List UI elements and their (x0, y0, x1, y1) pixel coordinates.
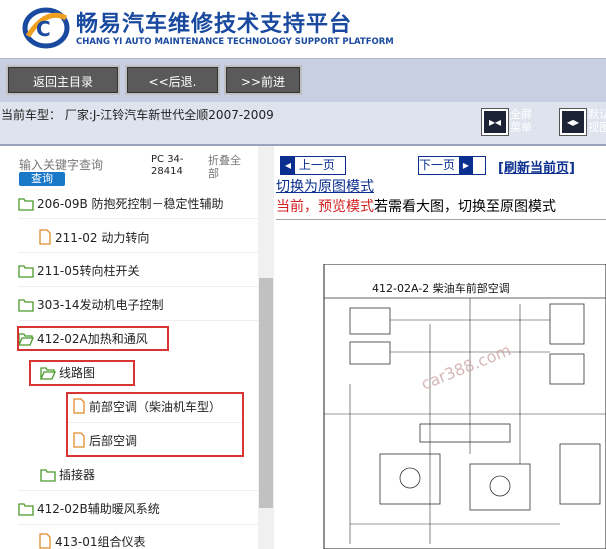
scrollbar-thumb[interactable] (259, 278, 273, 508)
highlight-box (29, 360, 135, 386)
search-input[interactable]: 输入关键字查询 (19, 156, 103, 173)
collapse-all-line1: 折叠全 (208, 154, 241, 167)
diagram-title: 412-02A-2 柴油车前部空调 (372, 282, 510, 295)
sidebar-tree-panel: 输入关键字查询 查询 PC 34- 28414 折叠全 部 206-09B 防抱… (0, 146, 276, 549)
tree-item-412-02b[interactable]: 412-02B辅助暖风系统 (18, 499, 160, 519)
fullscreen-icon: ▸◂ (488, 115, 502, 129)
next-page-label: 下一页 (419, 158, 456, 172)
default-view-icon: ◂▸ (566, 115, 580, 129)
preview-mode-hint: 若需看大图，切换至原图模式 (374, 199, 556, 215)
row-divider (18, 252, 258, 253)
document-icon (39, 229, 51, 245)
watermark: car388.com (418, 340, 513, 393)
content-panel: ◂ 上一页 下一页 ▸ [刷新当前页] 切换为原图模式 当前，预览模式若需看大图… (276, 146, 606, 549)
tree-item-303-14[interactable]: 303-14发动机电子控制 (18, 295, 164, 315)
row-divider (18, 218, 258, 219)
tree-item-211-05[interactable]: 211-05转向柱开关 (18, 261, 140, 281)
row-divider (18, 320, 258, 321)
folder-icon (18, 198, 34, 211)
pc-code-line1: PC 34- (151, 154, 184, 165)
tree-item-label: 412-02B辅助暖风系统 (37, 502, 160, 516)
folder-icon (40, 469, 56, 482)
row-divider (18, 490, 258, 491)
pc-code: PC 34- 28414 (151, 154, 184, 178)
next-page-button[interactable]: 下一页 ▸ (418, 156, 486, 175)
wiring-diagram-image[interactable]: car388.com (320, 264, 606, 549)
home-button[interactable]: 返回主目录 (6, 65, 120, 95)
back-button[interactable]: <<后退. (125, 65, 220, 95)
folder-icon (18, 503, 34, 516)
svg-text:C: C (36, 17, 51, 41)
highlight-box (66, 392, 244, 457)
refresh-page-link[interactable]: [刷新当前页] (498, 157, 575, 176)
divider (276, 219, 606, 220)
switch-to-original-link[interactable]: 切换为原图模式 (276, 176, 374, 196)
fullscreen-label-2: 菜单 (510, 121, 532, 134)
search-button[interactable]: 查询 (19, 172, 65, 186)
tree-item-label: 插接器 (59, 468, 96, 482)
tree-item-label: 303-14发动机电子控制 (37, 298, 164, 312)
highlight-box (17, 326, 169, 351)
collapse-all-line2: 部 (208, 167, 219, 180)
tree-item-label: 413-01组合仪表 (55, 535, 146, 549)
tree-item-label: 211-05转向柱开关 (37, 264, 140, 278)
arrow-left-icon: ◂ (281, 157, 295, 174)
collapse-all-button[interactable]: 折叠全 部 (208, 154, 241, 180)
status-bar: 当前车型： 厂家:J-江铃汽车新世代全顺2007-2009 ▸◂ 全屏 菜单 ◂… (0, 102, 606, 146)
preview-mode-label: 当前，预览模式 (276, 199, 374, 215)
tree-item-label: 206-09B 防抱死控制－稳定性辅助 (37, 197, 224, 211)
forward-button[interactable]: >>前进 (224, 65, 302, 95)
default-view-label-1: 默认 (588, 108, 606, 121)
app-title: 畅易汽车维修技术支持平台 (76, 12, 353, 37)
tree-item-connectors[interactable]: 插接器 (40, 465, 95, 485)
arrow-right-icon: ▸ (458, 157, 473, 174)
sidebar-scrollbar[interactable] (258, 146, 274, 549)
fullscreen-menu-button[interactable]: ▸◂ (481, 108, 509, 136)
row-divider (18, 524, 258, 525)
current-car-type: 当前车型： 厂家:J-江铃汽车新世代全顺2007-2009 (1, 108, 274, 122)
tree-item-label: 211-02 动力转向 (55, 231, 150, 245)
tree-item-206-09b[interactable]: 206-09B 防抱死控制－稳定性辅助 (18, 194, 224, 214)
default-view-button[interactable]: ◂▸ (559, 108, 587, 136)
tree-item-211-02[interactable]: 211-02 动力转向 (38, 228, 149, 248)
pager-bar: ◂ 上一页 下一页 ▸ [刷新当前页] (276, 156, 606, 176)
default-view-label-2: 视图 (588, 121, 606, 134)
tree-item-413-01[interactable]: 413-01组合仪表 (38, 532, 146, 549)
document-icon (39, 533, 51, 549)
brand-logo: C (22, 7, 70, 49)
pc-code-line2: 28414 (151, 166, 183, 177)
row-divider (18, 286, 258, 287)
app-header: C 畅易汽车维修技术支持平台 CHANG YI AUTO MAINTENANCE… (0, 0, 606, 58)
prev-page-label: 上一页 (298, 158, 335, 172)
folder-icon (18, 299, 34, 312)
preview-mode-notice: 当前，预览模式若需看大图，切换至原图模式 (276, 196, 556, 216)
prev-page-button[interactable]: ◂ 上一页 (280, 156, 346, 175)
app-subtitle: CHANG YI AUTO MAINTENANCE TECHNOLOGY SUP… (76, 37, 394, 47)
fullscreen-label-1: 全屏 (510, 108, 532, 121)
nav-toolbar: 返回主目录 <<后退. >>前进 (0, 58, 606, 102)
folder-icon (18, 265, 34, 278)
